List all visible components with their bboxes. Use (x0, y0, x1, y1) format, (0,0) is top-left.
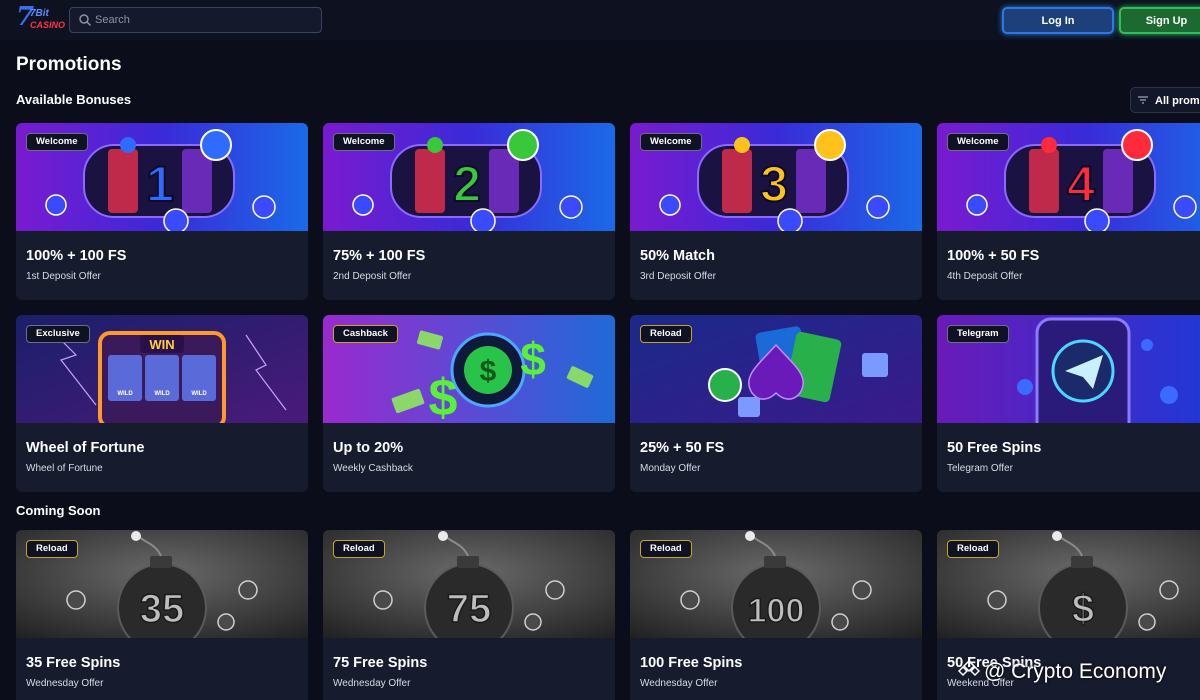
promo-subtitle: Wednesday Offer (333, 678, 411, 689)
promo-tag: Welcome (333, 133, 395, 151)
promo-title: 100% + 100 FS (26, 248, 127, 264)
banner-number: 100 (748, 592, 805, 630)
login-button[interactable]: Log In (1002, 7, 1114, 34)
banner-number: 1 (146, 156, 174, 212)
logo-top-text: 7Bit (30, 8, 49, 19)
site-logo[interactable]: 7 7Bit CASINO (16, 2, 66, 34)
search-icon (78, 13, 92, 27)
filter-label: All prom (1155, 95, 1200, 107)
promo-title: 100 Free Spins (640, 655, 743, 671)
promo-tag: Telegram (947, 325, 1009, 343)
promo-tag: Cashback (333, 325, 398, 343)
promo-card[interactable]: 100 Reload 100 Free Spins Wednesday Offe… (630, 530, 922, 700)
banner-number: $ (1072, 587, 1094, 631)
promo-card[interactable]: 75 Reload 75 Free Spins Wednesday Offer (323, 530, 615, 700)
promo-card[interactable]: $ $ $ Cashback Up to 20% Weekly Cashback (323, 315, 615, 492)
watermark-text: @ Crypto Economy (984, 660, 1167, 683)
promo-title: 100% + 50 FS (947, 248, 1040, 264)
promo-card[interactable]: 4 Welcome 100% + 50 FS 4th Deposit Offer (937, 123, 1200, 300)
promo-card[interactable]: WIN WILD WILD WILD Exclusive Wheel of Fo… (16, 315, 308, 492)
promo-subtitle: 4th Deposit Offer (947, 271, 1023, 282)
page-title: Promotions (16, 54, 122, 75)
filter-dropdown[interactable]: All prom (1130, 87, 1200, 113)
promo-subtitle: 1st Deposit Offer (26, 271, 101, 282)
promo-tag: Welcome (640, 133, 702, 151)
promo-tag: Reload (26, 540, 78, 558)
promo-subtitle: Wednesday Offer (26, 678, 104, 689)
svg-text:$: $ (480, 355, 497, 388)
svg-text:WIN: WIN (149, 337, 174, 352)
search-input[interactable]: Search (69, 7, 322, 33)
promo-subtitle: Monday Offer (640, 463, 701, 474)
promo-card[interactable]: 2 Welcome 75% + 100 FS 2nd Deposit Offer (323, 123, 615, 300)
promo-card[interactable]: 3 Welcome 50% Match 3rd Deposit Offer (630, 123, 922, 300)
watermark: @ Crypto Economy (957, 659, 1167, 684)
banner-number: 3 (760, 156, 788, 212)
promo-title: 50 Free Spins (947, 440, 1042, 456)
promo-tag: Exclusive (26, 325, 90, 343)
promo-title: Up to 20% (333, 440, 404, 456)
promo-subtitle: Weekly Cashback (333, 463, 413, 474)
promo-card[interactable]: Reload 25% + 50 FS Monday Offer (630, 315, 922, 492)
promo-subtitle: Wheel of Fortune (26, 463, 103, 474)
signup-button[interactable]: Sign Up (1119, 7, 1200, 34)
promo-title: 25% + 50 FS (640, 440, 725, 456)
svg-text:WILD: WILD (154, 391, 170, 397)
promo-tag: Reload (640, 325, 692, 343)
promo-tag: Reload (333, 540, 385, 558)
banner-number: 4 (1067, 156, 1095, 212)
crypto-economy-icon (957, 659, 981, 684)
filter-icon (1137, 94, 1149, 109)
search-placeholder: Search (95, 14, 130, 26)
promo-title: 50% Match (640, 248, 715, 264)
promo-title: 35 Free Spins (26, 655, 121, 671)
promo-card[interactable]: 1 Welcome 100% + 100 FS 1st Deposit Offe… (16, 123, 308, 300)
banner-number: 2 (453, 156, 481, 212)
promo-tag: Welcome (947, 133, 1009, 151)
promo-subtitle: 3rd Deposit Offer (640, 271, 716, 282)
promo-subtitle: 2nd Deposit Offer (333, 271, 412, 282)
promo-title: 75 Free Spins (333, 655, 428, 671)
promo-tag: Reload (640, 540, 692, 558)
banner-number: 35 (140, 587, 185, 631)
svg-text:WILD: WILD (117, 391, 133, 397)
svg-text:$: $ (520, 333, 546, 385)
svg-text:$: $ (429, 369, 458, 423)
banner-number: 75 (447, 587, 492, 631)
logo-bottom-text: CASINO (30, 20, 66, 30)
promo-card[interactable]: 35 Reload 35 Free Spins Wednesday Offer (16, 530, 308, 700)
promo-tag: Welcome (26, 133, 88, 151)
promo-subtitle: Telegram Offer (947, 463, 1013, 474)
section-title-coming-soon: Coming Soon (16, 503, 101, 518)
promo-tag: Reload (947, 540, 999, 558)
svg-text:WILD: WILD (191, 391, 207, 397)
promo-card[interactable]: Telegram 50 Free Spins Telegram Offer (937, 315, 1200, 492)
promo-subtitle: Wednesday Offer (640, 678, 718, 689)
promo-title: Wheel of Fortune (26, 440, 145, 456)
top-bar: 7 7Bit CASINO Search Log In Sign Up (0, 0, 1200, 40)
promo-title: 75% + 100 FS (333, 248, 426, 264)
section-title-available: Available Bonuses (16, 92, 132, 107)
